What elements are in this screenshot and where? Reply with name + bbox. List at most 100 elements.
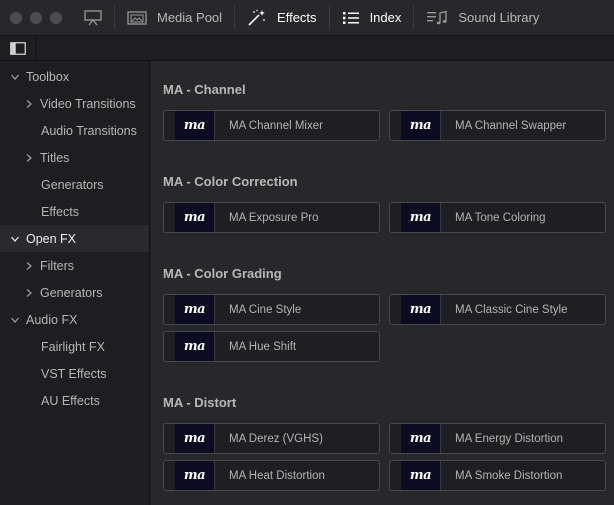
sidebar-item-filters[interactable]: Filters <box>0 252 149 279</box>
effect-card-smoke-distortion[interactable]: ma MA Smoke Distortion <box>389 460 606 491</box>
effect-card-classic-cine-style[interactable]: ma MA Classic Cine Style <box>389 294 606 325</box>
effect-card-tone-coloring[interactable]: ma MA Tone Coloring <box>389 202 606 233</box>
tab-sound-library[interactable]: Sound Library <box>420 0 545 36</box>
toolbar-separator <box>234 5 236 30</box>
tab-effects[interactable]: Effects <box>241 0 323 36</box>
tab-sound-library-label: Sound Library <box>458 10 540 25</box>
ma-logo-text: ma <box>183 339 206 354</box>
ma-logo-text: ma <box>409 210 432 225</box>
sidebar-item-label: AU Effects <box>41 393 100 408</box>
toolbar-separator <box>328 5 330 30</box>
sidebar-item-effects[interactable]: Effects <box>0 198 149 225</box>
window-close-button[interactable] <box>10 11 22 24</box>
sidebar-item-open-fx[interactable]: Open FX <box>0 225 149 252</box>
effect-card-cine-style[interactable]: ma MA Cine Style <box>163 294 380 325</box>
sidebar-item-audio-transitions[interactable]: Audio Transitions <box>0 117 149 144</box>
sidebar-item-generators[interactable]: Generators <box>0 171 149 198</box>
effect-name: MA Heat Distortion <box>229 469 325 482</box>
top-toolbar: Media Pool Effects Index Sound Library <box>0 0 614 36</box>
effects-sidebar: Toolbox Video Transitions Audio Transiti… <box>0 61 150 505</box>
effect-name: MA Hue Shift <box>229 340 297 353</box>
window-controls <box>10 11 62 24</box>
sidebar-item-label: Audio Transitions <box>41 123 137 138</box>
airplay-button[interactable] <box>78 0 108 36</box>
index-list-icon <box>342 11 359 24</box>
ma-logo-text: ma <box>183 468 206 483</box>
effect-name: MA Channel Swapper <box>455 119 567 132</box>
chevron-right-icon[interactable] <box>22 261 36 271</box>
media-pool-icon <box>127 10 147 25</box>
ma-logo-text: ma <box>409 468 432 483</box>
effect-name: MA Derez (VGHS) <box>229 432 323 445</box>
ma-logo-text: ma <box>183 118 206 133</box>
effect-name: MA Classic Cine Style <box>455 303 568 316</box>
sidebar-item-label: Titles <box>40 150 70 165</box>
tab-effects-label: Effects <box>277 10 317 25</box>
sidebar-item-audio-fx[interactable]: Audio FX <box>0 306 149 333</box>
ma-logo-text: ma <box>409 302 432 317</box>
chevron-right-icon[interactable] <box>22 99 36 109</box>
toggle-sidebar-button[interactable] <box>0 35 36 61</box>
effect-thumbnail: ma <box>175 203 215 232</box>
ma-logo-text: ma <box>183 302 206 317</box>
chevron-right-icon[interactable] <box>22 288 36 298</box>
toolbar-separator <box>413 5 415 30</box>
effects-browser: MA - Channel ma MA Channel Mixer ma MA C… <box>151 61 614 505</box>
sound-library-icon <box>427 10 448 24</box>
chevron-down-icon[interactable] <box>8 72 22 82</box>
effect-name: MA Exposure Pro <box>229 211 319 224</box>
sidebar-item-label: Open FX <box>26 231 77 246</box>
effect-thumbnail: ma <box>175 295 215 324</box>
section-title-color-grading: MA - Color Grading <box>163 266 282 281</box>
sidebar-item-vst-effects[interactable]: VST Effects <box>0 360 149 387</box>
section-title-color-correction: MA - Color Correction <box>163 174 298 189</box>
effect-card-channel-swapper[interactable]: ma MA Channel Swapper <box>389 110 606 141</box>
tab-media-pool[interactable]: Media Pool <box>121 0 228 36</box>
effect-thumbnail: ma <box>401 424 441 453</box>
effects-wand-icon <box>248 9 266 26</box>
sidebar-item-label: Filters <box>40 258 75 273</box>
sidebar-item-openfx-generators[interactable]: Generators <box>0 279 149 306</box>
sidebar-item-video-transitions[interactable]: Video Transitions <box>0 90 149 117</box>
effect-thumbnail: ma <box>175 424 215 453</box>
effect-card-channel-mixer[interactable]: ma MA Channel Mixer <box>163 110 380 141</box>
chevron-down-icon[interactable] <box>8 315 22 325</box>
tab-index-label: Index <box>369 10 402 25</box>
sidebar-item-fairlight-fx[interactable]: Fairlight FX <box>0 333 149 360</box>
sidebar-item-toolbox[interactable]: Toolbox <box>0 63 149 90</box>
effect-thumbnail: ma <box>401 461 441 490</box>
ma-logo-text: ma <box>183 210 206 225</box>
window-zoom-button[interactable] <box>50 11 62 24</box>
effect-thumbnail: ma <box>175 111 215 140</box>
effect-card-derez[interactable]: ma MA Derez (VGHS) <box>163 423 380 454</box>
effect-card-hue-shift[interactable]: ma MA Hue Shift <box>163 331 380 362</box>
section-title-channel: MA - Channel <box>163 82 246 97</box>
effect-name: MA Energy Distortion <box>455 432 564 445</box>
sidebar-item-label: Video Transitions <box>40 96 136 111</box>
tab-media-pool-label: Media Pool <box>157 10 223 25</box>
effect-thumbnail: ma <box>401 203 441 232</box>
tab-index[interactable]: Index <box>336 0 408 36</box>
chevron-right-icon[interactable] <box>22 153 36 163</box>
effect-thumbnail: ma <box>175 332 215 361</box>
sidebar-item-au-effects[interactable]: AU Effects <box>0 387 149 414</box>
sidebar-item-label: VST Effects <box>41 366 107 381</box>
effect-name: MA Cine Style <box>229 303 302 316</box>
sidebar-item-titles[interactable]: Titles <box>0 144 149 171</box>
sidebar-item-label: Generators <box>40 285 103 300</box>
sub-toolbar <box>0 35 614 61</box>
chevron-down-icon[interactable] <box>8 234 22 244</box>
effect-thumbnail: ma <box>401 295 441 324</box>
effect-card-heat-distortion[interactable]: ma MA Heat Distortion <box>163 460 380 491</box>
effect-card-energy-distortion[interactable]: ma MA Energy Distortion <box>389 423 606 454</box>
toolbar-separator <box>114 5 115 30</box>
section-title-distort: MA - Distort <box>163 395 237 410</box>
sidebar-item-label: Effects <box>41 204 79 219</box>
effect-card-exposure-pro[interactable]: ma MA Exposure Pro <box>163 202 380 233</box>
ma-logo-text: ma <box>183 431 206 446</box>
effect-name: MA Smoke Distortion <box>455 469 563 482</box>
sidebar-item-label: Toolbox <box>26 69 70 84</box>
window-minimize-button[interactable] <box>30 11 42 24</box>
effect-name: MA Channel Mixer <box>229 119 323 132</box>
sidebar-item-label: Generators <box>41 177 104 192</box>
